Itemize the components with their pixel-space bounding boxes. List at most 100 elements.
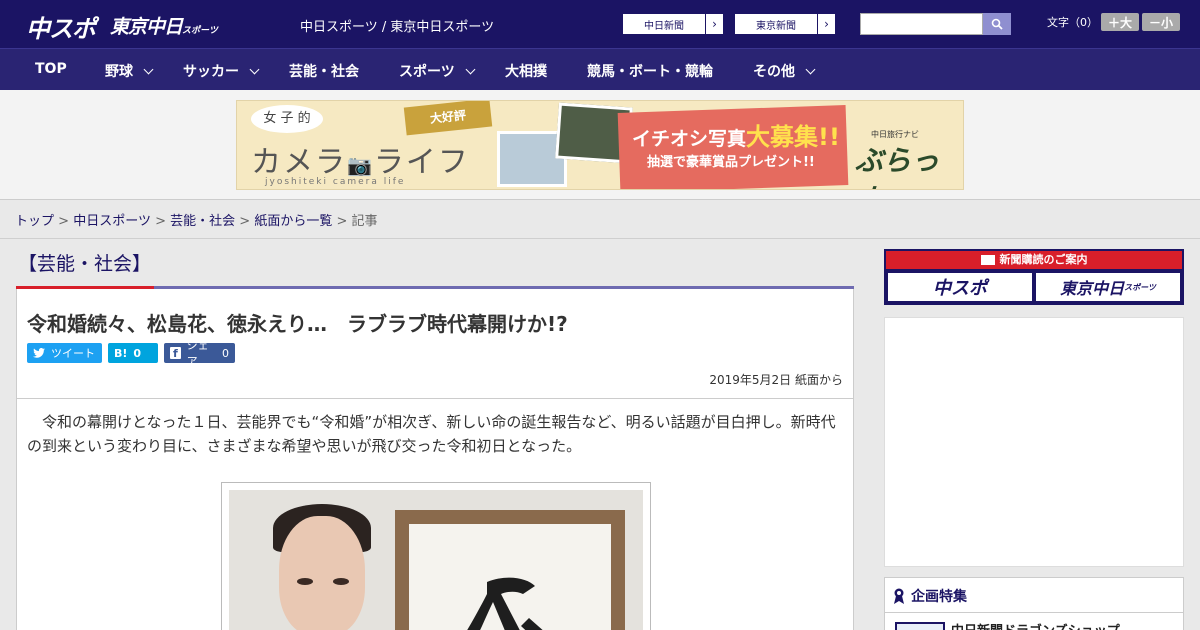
main-nav: TOP 野球 サッカー 芸能・社会 スポーツ 大相撲 競馬・ボート・競輪 その他	[0, 48, 1200, 90]
facebook-share-count: 0	[222, 346, 229, 360]
nav-item-sumo[interactable]: 大相撲	[505, 61, 547, 81]
article-body: 令和の幕開けとなった１日、芸能界でも“令和婚”が相次ぎ、新しい命の誕生報告など、…	[27, 413, 836, 455]
font-larger-button[interactable]: ＋大	[1101, 13, 1139, 31]
nav-item-label: TOP	[35, 61, 67, 77]
tweet-label: ツイート	[51, 347, 95, 360]
nav-item-label: 競馬・ボート・競輪	[587, 64, 713, 80]
newspaper-icon	[980, 255, 995, 265]
sidebar-ad-slot[interactable]	[884, 317, 1184, 567]
chunichi-shimbun-label: 中日新聞	[644, 20, 684, 32]
chunichi-shimbun-link[interactable]: 中日新聞 ›	[622, 13, 724, 35]
feature-item-dragons-shop[interactable]: 中日新聞ドラゴンズショップ	[951, 620, 1120, 630]
subscription-heading: 新聞購読のご案内	[886, 251, 1182, 269]
nav-item-sports[interactable]: スポーツ	[399, 61, 476, 81]
photo-eye	[333, 578, 349, 585]
feature-panel: 企画特集 中日新聞ドラゴンズショップ	[884, 577, 1184, 630]
breadcrumb-top[interactable]: トップ	[15, 214, 54, 229]
chevron-down-icon	[805, 64, 816, 75]
breadcrumb-divider	[0, 238, 1200, 239]
banner-bubble: 女 子 的	[251, 105, 323, 133]
article-divider	[17, 398, 853, 399]
breadcrumb-paper-list[interactable]: 紙面から一覧	[254, 214, 332, 229]
subscription-heading-text: 新聞購読のご案内	[999, 253, 1088, 266]
breadcrumb-separator: >	[336, 214, 348, 229]
breadcrumb-separator: >	[155, 214, 166, 229]
article-photo-frame	[221, 482, 651, 630]
feature-heading: 企画特集	[893, 586, 967, 606]
nav-item-label: サッカー	[183, 64, 239, 80]
dragons-shop-thumbnail[interactable]	[895, 622, 945, 630]
chuspo-logo[interactable]: 中スポ	[26, 9, 96, 44]
banner-subtitle: jyoshiteki camera life	[265, 177, 406, 187]
tweet-button[interactable]: ツイート	[27, 343, 102, 363]
font-smaller-button[interactable]: －小	[1142, 13, 1180, 31]
hatena-bookmark-button[interactable]: B! 0	[108, 343, 158, 363]
nav-item-racing[interactable]: 競馬・ボート・競輪	[587, 61, 713, 81]
subscription-banner[interactable]: 新聞購読のご案内 中スポ 東京中日 スポーツ	[884, 249, 1184, 305]
ribbon-icon	[894, 588, 904, 604]
article-headline: 令和婚続々、松島花、徳永えり… ラブラブ時代幕開けか!?	[27, 312, 568, 336]
article-date: 2019年5月2日 紙面から	[709, 373, 843, 387]
article-photo[interactable]	[229, 490, 643, 630]
tokyo-shimbun-link[interactable]: 東京新聞 ›	[734, 13, 836, 35]
facebook-share-label: シェア	[186, 339, 209, 368]
feature-divider	[885, 612, 1183, 613]
banner-tag: 大好評	[403, 101, 493, 136]
breadcrumb-entertainment[interactable]: 芸能・社会	[170, 214, 235, 229]
chevron-down-icon	[143, 64, 154, 75]
tokyo-shimbun-label: 東京新聞	[756, 20, 796, 32]
twitter-bird-icon	[33, 348, 45, 358]
chevron-right-icon: ›	[705, 14, 723, 34]
nav-item-label: 芸能・社会	[289, 64, 359, 80]
nav-item-entertainment[interactable]: 芸能・社会	[289, 61, 359, 81]
photo-face	[279, 516, 365, 630]
camera-icon: 📷	[347, 153, 374, 177]
chevron-right-icon: ›	[817, 14, 835, 34]
chevron-down-icon	[465, 64, 476, 75]
tokyo-chunichi-logo[interactable]: 東京中日スポーツ	[110, 12, 218, 39]
camera-life-banner-ad[interactable]: 女 子 的 カメラ📷ライフ jyoshiteki camera life 大好評…	[236, 100, 964, 190]
nav-item-label: その他	[753, 64, 795, 80]
chevron-down-icon	[249, 64, 260, 75]
banner-area: 女 子 的 カメラ📷ライフ jyoshiteki camera life 大好評…	[0, 90, 1200, 200]
feature-heading-text: 企画特集	[911, 589, 967, 605]
banner-headline-em: 大募集!!	[746, 123, 840, 151]
breadcrumb-chunichi-sports[interactable]: 中日スポーツ	[73, 214, 151, 229]
nav-item-soccer[interactable]: サッカー	[183, 61, 260, 81]
banner-title-1: カメラ	[251, 145, 347, 180]
search-icon	[991, 18, 1003, 30]
calligraphy-brushstroke	[467, 577, 543, 630]
nav-item-label: 野球	[105, 64, 133, 80]
nav-item-baseball[interactable]: 野球	[105, 61, 154, 81]
tokyo-chunichi-logo-text: 東京中日	[110, 16, 183, 38]
hatena-count: 0	[133, 346, 142, 360]
section-label: 【芸能・社会】	[18, 253, 152, 275]
photo-eye	[297, 578, 313, 585]
site-header: 中スポ 東京中日スポーツ 中日スポーツ / 東京中日スポーツ 中日新聞 › 東京…	[0, 0, 1200, 48]
search-button[interactable]	[983, 13, 1011, 35]
breadcrumb-separator: >	[58, 214, 70, 229]
banner-title-2: ライフ	[373, 145, 470, 180]
banner-headline-pre: イチオシ写真	[632, 128, 747, 150]
banner-headline: イチオシ写真大募集!!	[632, 117, 840, 152]
breadcrumb-current: 記事	[351, 214, 378, 229]
subscribe-tokyo-chunichi-small: スポーツ	[1124, 282, 1156, 292]
hatena-icon: B!	[114, 346, 128, 360]
site-title-links[interactable]: 中日スポーツ / 東京中日スポーツ	[300, 16, 494, 35]
facebook-share-button[interactable]: f シェア 0	[164, 339, 235, 368]
subscribe-chuspo-logo[interactable]: 中スポ	[888, 273, 1032, 301]
nav-item-label: 大相撲	[505, 64, 547, 80]
subscribe-tokyo-chunichi-text: 東京中日	[1060, 279, 1125, 298]
article-card: 令和婚続々、松島花、徳永えり… ラブラブ時代幕開けか!? ツイート B! 0 f…	[16, 289, 854, 630]
nav-item-label: スポーツ	[399, 64, 455, 80]
subscribe-tokyo-chunichi-logo[interactable]: 東京中日 スポーツ	[1036, 273, 1180, 301]
breadcrumb: トップ > 中日スポーツ > 芸能・社会 > 紙面から一覧 > 記事	[15, 210, 378, 229]
nav-item-top[interactable]: TOP	[35, 61, 67, 77]
breadcrumb-separator: >	[239, 214, 251, 229]
banner-title: カメラ📷ライフ	[251, 137, 470, 181]
burattojin-logo: ぶらっ人	[855, 144, 940, 189]
search-input[interactable]	[860, 13, 983, 35]
tokyo-chunichi-logo-small: スポーツ	[182, 26, 218, 36]
nav-item-other[interactable]: その他	[753, 61, 816, 81]
font-size-label: 文字（0）	[1047, 16, 1098, 29]
